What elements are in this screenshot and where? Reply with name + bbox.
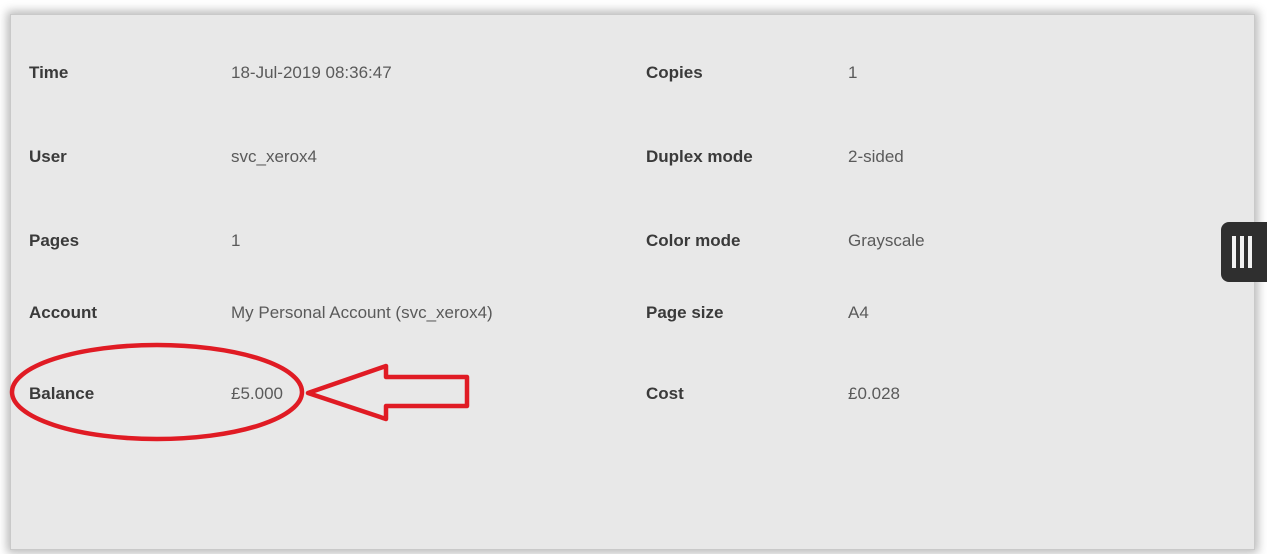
copies-value: 1: [848, 63, 858, 82]
user-value: svc_xerox4: [231, 147, 317, 166]
detail-row-user: User svc_xerox4 Duplex mode 2-sided: [11, 142, 1254, 172]
screenshot-frame: Time 18-Jul-2019 08:36:47 Copies 1 User …: [0, 0, 1267, 554]
page-size-value: A4: [848, 303, 869, 322]
time-value: 18-Jul-2019 08:36:47: [231, 63, 392, 82]
color-mode-value: Grayscale: [848, 231, 925, 250]
time-label: Time: [29, 63, 69, 82]
side-panel-toggle-button[interactable]: [1221, 222, 1267, 282]
detail-row-account: Account My Personal Account (svc_xerox4)…: [11, 298, 1254, 328]
duplex-label: Duplex mode: [646, 147, 753, 166]
balance-label: Balance: [29, 384, 95, 403]
account-value: My Personal Account (svc_xerox4): [231, 303, 493, 322]
pages-value: 1: [231, 231, 241, 250]
detail-row-pages: Pages 1 Color mode Grayscale: [11, 226, 1254, 256]
pages-label: Pages: [29, 231, 80, 250]
balance-value: £5.000: [231, 384, 283, 403]
page-size-label: Page size: [646, 303, 724, 322]
user-label: User: [29, 147, 67, 166]
detail-row-time: Time 18-Jul-2019 08:36:47 Copies 1: [11, 58, 1254, 88]
cost-label: Cost: [646, 384, 684, 403]
color-mode-label: Color mode: [646, 231, 741, 250]
duplex-value: 2-sided: [848, 147, 904, 166]
account-label: Account: [29, 303, 97, 322]
cost-value: £0.028: [848, 384, 900, 403]
copies-label: Copies: [646, 63, 703, 82]
detail-row-balance: Balance £5.000 Cost £0.028: [11, 379, 1254, 409]
job-details-panel: Time 18-Jul-2019 08:36:47 Copies 1 User …: [10, 14, 1255, 550]
